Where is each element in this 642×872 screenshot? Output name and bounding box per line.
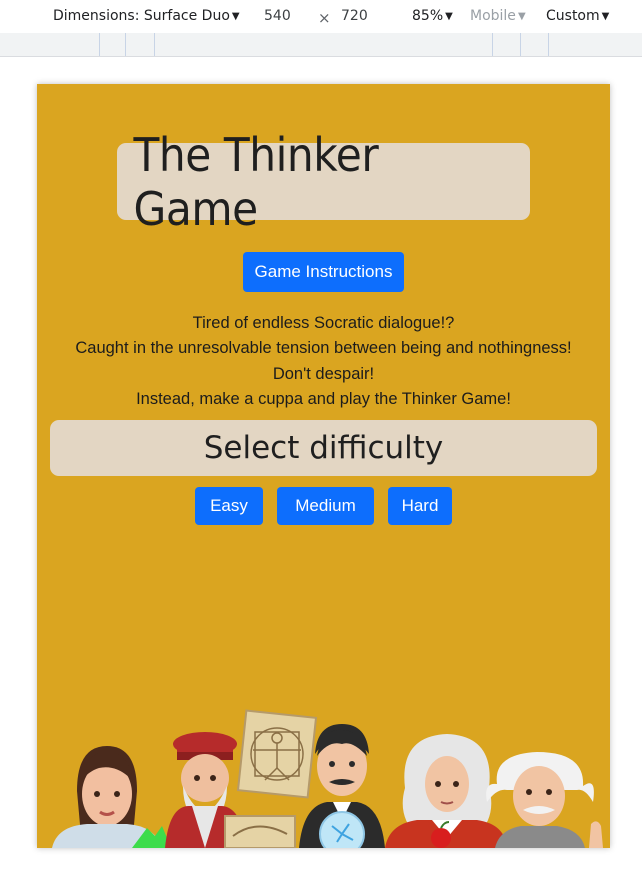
caret-down-icon: ▼ (517, 11, 526, 22)
intro-line: Instead, make a cuppa and play the Think… (136, 389, 511, 408)
zoom-dropdown[interactable]: 85% ▼ (412, 8, 453, 24)
zoom-label: 85% (412, 8, 444, 24)
intro-line: Tired of endless Socratic dialogue!? (192, 314, 455, 332)
hard-button[interactable]: Hard (388, 487, 452, 525)
media-query-ruler[interactable] (0, 33, 642, 57)
caret-down-icon: ▼ (601, 11, 610, 22)
devtools-toolbar: Dimensions: Surface Duo ▼ 540 × 720 85% ▼ … (0, 0, 642, 33)
intro-line: Don't despair! (272, 364, 375, 383)
caret-down-icon: ▼ (445, 11, 453, 22)
more-options-icon[interactable]: ⋮ (638, 8, 642, 24)
game-instructions-button[interactable]: Game Instructions (243, 252, 404, 292)
ruler-mark (125, 33, 126, 56)
custom-label: Custom (546, 8, 600, 24)
page-title: The Thinker Game (133, 127, 379, 236)
ruler-mark (492, 33, 493, 56)
times-icon: × (318, 9, 331, 27)
ruler-mark (520, 33, 521, 56)
difficulty-heading-panel: Select difficulty (50, 420, 597, 476)
custom-dropdown[interactable]: Custom ▼ (546, 8, 609, 24)
thinker-einstein-icon (486, 752, 603, 848)
ruler-mark (548, 33, 549, 56)
ruler-mark (99, 33, 100, 56)
intro-text: Tired of endless Socratic dialogue!? Cau… (37, 311, 610, 412)
throttle-label: Mobile (470, 8, 516, 24)
vitruvian-drawing-icon (236, 709, 318, 799)
famous-thinkers-illustration (52, 709, 603, 848)
difficulty-heading: Select difficulty (203, 430, 444, 466)
device-viewport: The Thinker Game Game Instructions Tired… (37, 84, 610, 848)
caret-down-icon: ▼ (231, 11, 240, 22)
ruler-mark (154, 33, 155, 56)
width-input[interactable]: 540 (264, 8, 291, 24)
dimensions-label: Dimensions: Surface Duo (53, 8, 230, 24)
dimensions-dropdown[interactable]: Dimensions: Surface Duo ▼ (53, 8, 240, 24)
intro-line: Caught in the unresolvable tension betwe… (75, 339, 572, 358)
throttle-dropdown[interactable]: Mobile ▼ (470, 8, 526, 24)
medium-button[interactable]: Medium (277, 487, 374, 525)
thinker-woman-icon (52, 746, 177, 848)
page-title-panel: The Thinker Game (117, 128, 530, 236)
height-input[interactable]: 720 (341, 8, 368, 24)
easy-button[interactable]: Easy (195, 487, 263, 525)
